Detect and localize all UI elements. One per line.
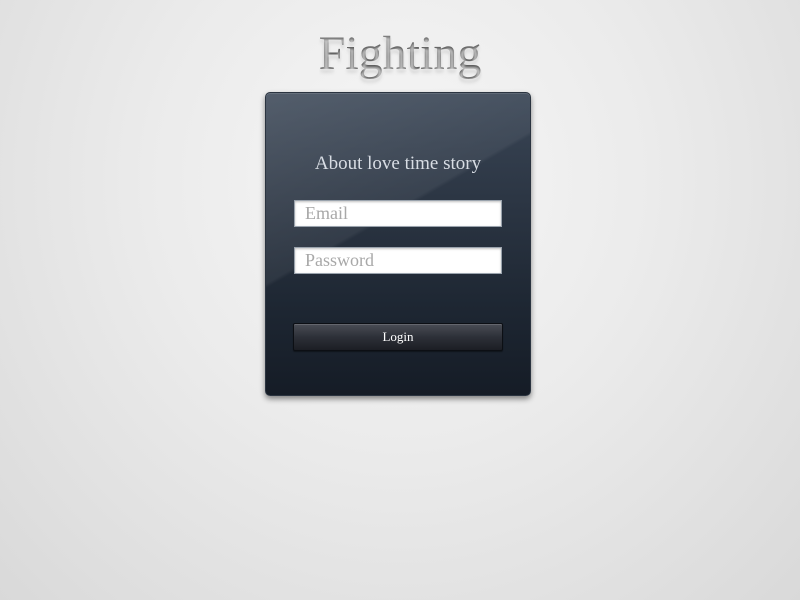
panel-subtitle: About love time story	[314, 153, 482, 174]
page-title: Fighting	[0, 26, 800, 82]
login-button[interactable]: Login	[293, 323, 503, 351]
login-panel: About love time story Login	[265, 92, 531, 396]
email-field[interactable]	[294, 200, 502, 227]
password-field[interactable]	[294, 247, 502, 274]
